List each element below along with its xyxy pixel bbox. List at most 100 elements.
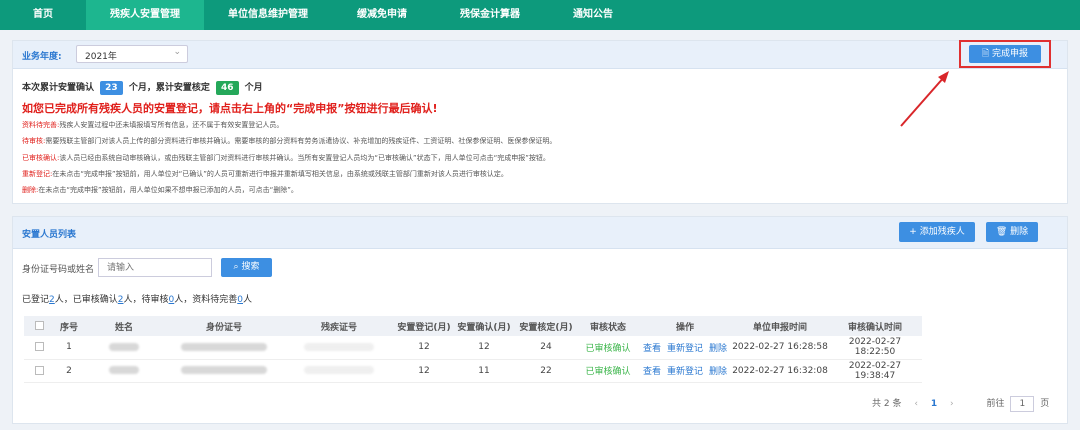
cell-name bbox=[84, 336, 164, 360]
search-button[interactable]: ⌕ 搜索 bbox=[221, 258, 272, 277]
search-input[interactable] bbox=[98, 258, 212, 277]
complete-declaration-button[interactable]: 🗎 完成申报 bbox=[969, 45, 1041, 63]
cell-approved: 22 bbox=[514, 359, 578, 383]
year-select[interactable]: 2021年 ⌄ bbox=[76, 45, 188, 63]
col-header-cert: 残疾证号 bbox=[284, 316, 394, 336]
note-text: 残疾人安置过程中还未填报填写所有信息，还不属于有效安置登记人员。 bbox=[59, 121, 284, 129]
cell-review-time: 2022-02-27 18:22:50 bbox=[828, 336, 922, 360]
redacted-cert bbox=[304, 366, 374, 374]
col-header-review-time: 审核确认时间 bbox=[828, 316, 922, 336]
nav-calculator[interactable]: 残保金计算器 bbox=[432, 0, 548, 30]
redacted-cert bbox=[304, 342, 374, 351]
redacted-name bbox=[109, 342, 139, 351]
cell-no: 2 bbox=[54, 359, 84, 383]
cell-name bbox=[84, 359, 164, 383]
add-disabled-person-button[interactable]: + 添加残疾人 bbox=[899, 222, 975, 242]
col-header-reg: 安置登记(月) bbox=[394, 316, 454, 336]
cell-reg: 12 bbox=[394, 359, 454, 383]
cell-approved: 24 bbox=[514, 336, 578, 360]
nav-reduction-application[interactable]: 缓减免申请 bbox=[332, 0, 432, 30]
redacted-name bbox=[109, 366, 139, 374]
summary-line: 本次累计安置确认 23 个月，累计安置核定 46 个月 bbox=[22, 80, 263, 95]
chevron-down-icon: ⌄ bbox=[173, 47, 181, 57]
row-checkbox[interactable] bbox=[34, 365, 44, 375]
col-header-no: 序号 bbox=[54, 316, 84, 336]
confirm-months-badge: 23 bbox=[100, 81, 123, 95]
delete-button[interactable]: 🗑 删除 bbox=[986, 222, 1038, 242]
reregister-link[interactable]: 重新登记 bbox=[667, 367, 703, 377]
cell-ops: 查看 重新登记 删除 bbox=[638, 359, 732, 383]
summary-prefix: 本次累计安置确认 bbox=[22, 83, 95, 93]
search-button-label: 搜索 bbox=[241, 262, 260, 272]
col-header-approved: 安置核定(月) bbox=[514, 316, 578, 336]
stats-text: 人，已审核确认 bbox=[54, 295, 118, 305]
list-title: 安置人员列表 bbox=[22, 230, 77, 240]
cell-confirm: 11 bbox=[454, 359, 514, 383]
col-header-ops: 操作 bbox=[638, 316, 732, 336]
stats-text: 已登记 bbox=[22, 295, 50, 305]
note-text: 需要残联主管部门对该人员上传的部分资料进行审核并确认。需要审核的部分资料有劳务派… bbox=[45, 137, 557, 145]
col-header-status: 审核状态 bbox=[578, 316, 638, 336]
approved-months-badge: 46 bbox=[215, 81, 239, 95]
row-checkbox-cell[interactable] bbox=[24, 336, 54, 360]
table-row: 1 12 12 24 已审核确认 查看 重新登记 删除 2022-02-27 16:… bbox=[24, 336, 922, 360]
year-label: 业务年度: bbox=[22, 52, 62, 62]
page-number[interactable]: 1 bbox=[931, 399, 937, 409]
trash-icon: 🗑 bbox=[995, 227, 1008, 237]
note-key: 待审核: bbox=[22, 137, 46, 145]
cell-cert bbox=[284, 336, 394, 360]
note-text: 在未点击“完成申报”按钮前，用人单位如果不想申报已添加的人员，可点击“删除”。 bbox=[38, 186, 298, 194]
col-header-name: 姓名 bbox=[84, 316, 164, 336]
search-icon: ⌕ bbox=[233, 262, 239, 272]
view-link[interactable]: 查看 bbox=[643, 344, 661, 354]
view-link[interactable]: 查看 bbox=[643, 367, 661, 377]
cell-id bbox=[164, 359, 284, 383]
delete-button-label: 删除 bbox=[1010, 227, 1029, 237]
search-label: 身份证号码或姓名 bbox=[22, 265, 95, 275]
cell-cert bbox=[284, 359, 394, 383]
annotation-arrow bbox=[900, 71, 949, 127]
delete-link[interactable]: 删除 bbox=[709, 344, 727, 354]
note-key: 重新登记: bbox=[22, 170, 53, 178]
goto-suffix: 页 bbox=[1040, 399, 1050, 409]
nav-home[interactable]: 首页 bbox=[0, 0, 86, 30]
cell-confirm: 12 bbox=[454, 336, 514, 360]
document-icon: 🗎 bbox=[981, 49, 990, 59]
next-page-icon[interactable]: › bbox=[950, 399, 954, 409]
delete-link[interactable]: 删除 bbox=[709, 367, 727, 377]
redacted-id bbox=[181, 366, 267, 374]
cell-ops: 查看 重新登记 删除 bbox=[638, 336, 732, 360]
nav-notice[interactable]: 通知公告 bbox=[548, 0, 638, 30]
stats-text: 人 bbox=[243, 295, 253, 305]
row-checkbox[interactable] bbox=[34, 342, 44, 352]
cell-status: 已审核确认 bbox=[578, 336, 638, 360]
cell-apply-time: 2022-02-27 16:32:08 bbox=[732, 359, 828, 383]
top-nav: 首页 残疾人安置管理 单位信息维护管理 缓减免申请 残保金计算器 通知公告 bbox=[0, 0, 1080, 30]
warning-text: 如您已完成所有残疾人员的安置登记，请点击右上角的“完成申报”按钮进行最后确认! bbox=[22, 102, 438, 115]
summary-suffix: 个月 bbox=[244, 83, 263, 93]
reregister-link[interactable]: 重新登记 bbox=[667, 344, 703, 354]
cell-apply-time: 2022-02-27 16:28:58 bbox=[732, 336, 828, 360]
prev-page-icon[interactable]: ‹ bbox=[914, 399, 918, 409]
pagination-total: 共 2 条 bbox=[872, 399, 902, 409]
cell-no: 1 bbox=[54, 336, 84, 360]
note-reregister: 重新登记:在未点击“完成申报”按钮前，用人单位对“已确认”的人员可重新进行申报并… bbox=[22, 169, 508, 179]
note-text: 在未点击“完成申报”按钮前，用人单位对“已确认”的人员可重新进行申报并重新填写相… bbox=[52, 170, 508, 178]
redacted-id bbox=[181, 342, 267, 351]
nav-placement-management[interactable]: 残疾人安置管理 bbox=[86, 0, 204, 30]
note-key: 删除: bbox=[22, 186, 39, 194]
row-checkbox-cell[interactable] bbox=[24, 359, 54, 383]
cell-status: 已审核确认 bbox=[578, 359, 638, 383]
col-header-apply-time: 单位申报时间 bbox=[732, 316, 828, 336]
goto-page-input[interactable]: 1 bbox=[1010, 396, 1035, 412]
cell-id bbox=[164, 336, 284, 360]
select-all-checkbox[interactable] bbox=[34, 321, 44, 330]
pagination: 共 2 条 ‹ 1 › 前往 1 页 bbox=[872, 396, 1049, 412]
col-header-id: 身份证号 bbox=[164, 316, 284, 336]
stats-text: 人，待审核 bbox=[123, 295, 169, 305]
note-text: 该人员已经由系统自动审核确认，或由残联主管部门对资料进行审核并确认。当所有安置登… bbox=[59, 154, 550, 162]
nav-unit-info[interactable]: 单位信息维护管理 bbox=[204, 0, 332, 30]
table-row: 2 12 11 22 已审核确认 查看 重新登记 删除 2022-02-27 16:… bbox=[24, 359, 922, 383]
note-delete: 删除:在未点击“完成申报”按钮前，用人单位如果不想申报已添加的人员，可点击“删除… bbox=[22, 185, 298, 195]
select-all-cell[interactable] bbox=[24, 316, 54, 336]
